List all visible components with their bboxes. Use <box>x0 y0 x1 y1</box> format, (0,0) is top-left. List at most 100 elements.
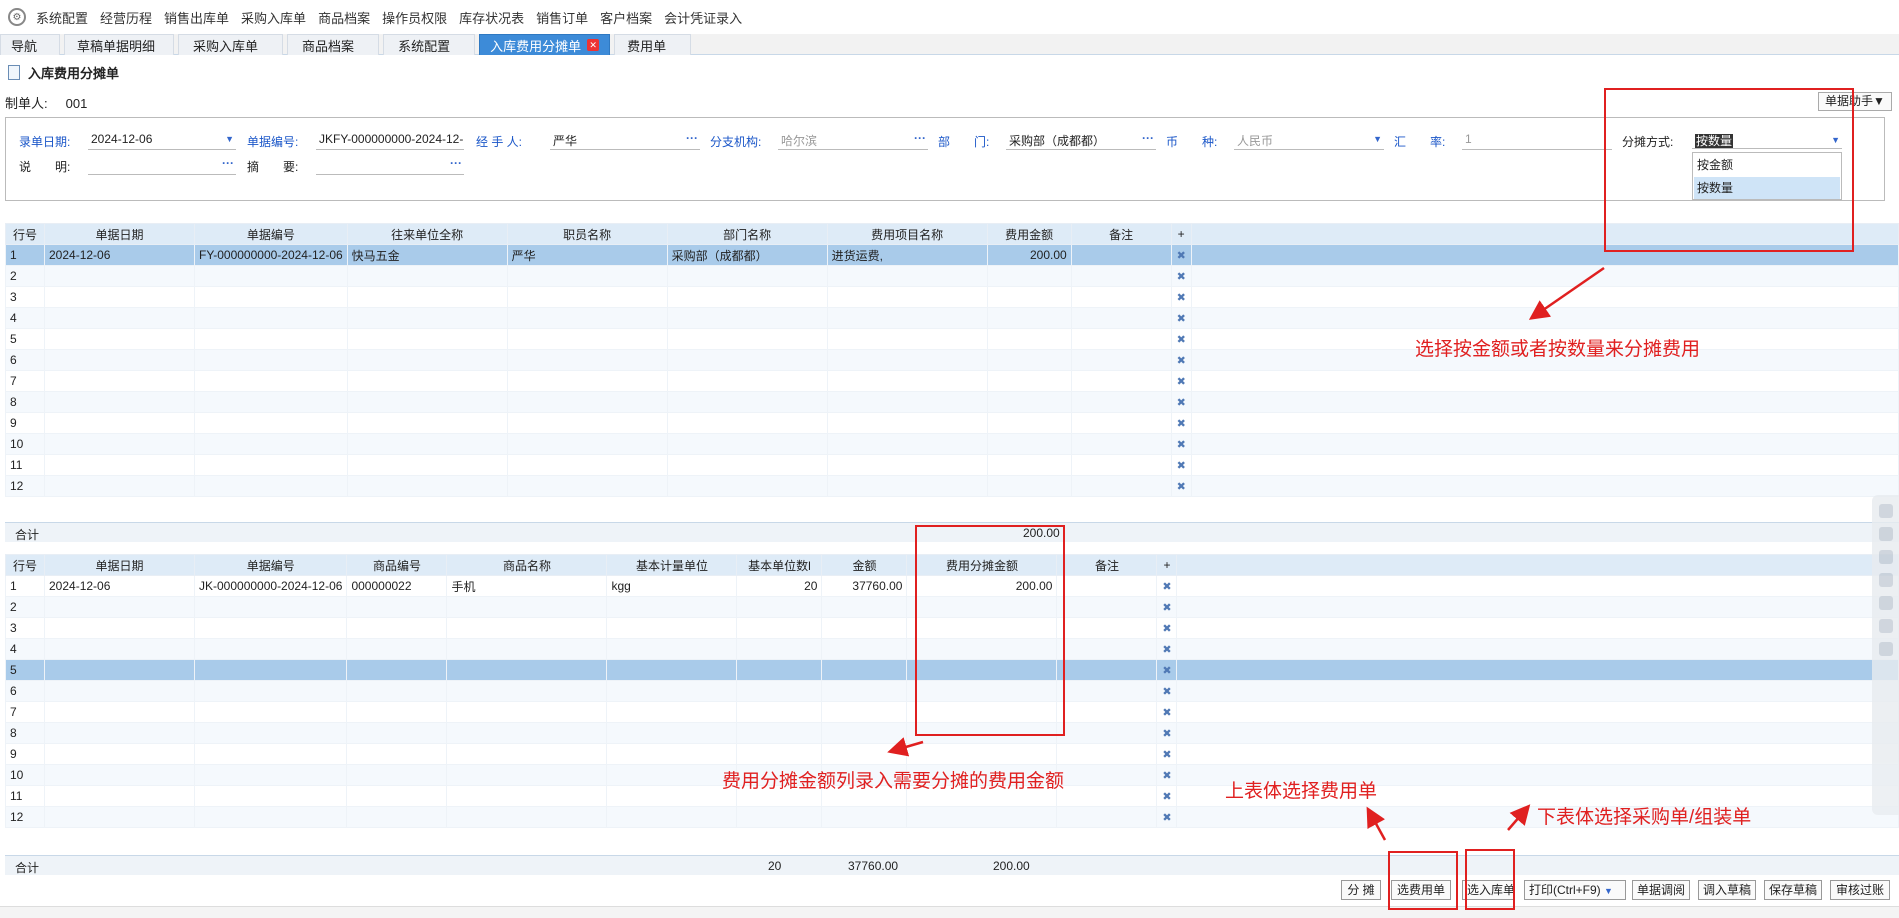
table-cell[interactable] <box>193 701 348 723</box>
table-cell[interactable] <box>826 349 988 371</box>
menu-item-stock[interactable]: 库存状况表 <box>453 8 530 27</box>
table-cell[interactable] <box>666 454 828 476</box>
column-header[interactable]: 商品编号 <box>346 554 448 576</box>
table-cell[interactable] <box>986 265 1072 287</box>
table-cell[interactable] <box>194 307 348 329</box>
table-cell[interactable] <box>826 286 988 308</box>
table-cell[interactable]: 7 <box>5 701 45 723</box>
table-cell[interactable] <box>826 307 988 329</box>
table-cell[interactable] <box>666 349 828 371</box>
table-cell[interactable] <box>986 475 1072 497</box>
table-cell[interactable] <box>193 785 348 807</box>
close-icon[interactable]: ✕ <box>587 39 600 51</box>
handler-field[interactable]: 严华 ··· <box>550 130 700 150</box>
delete-row-icon[interactable]: ✖ <box>1170 391 1192 413</box>
table-cell[interactable] <box>666 433 828 455</box>
table-cell[interactable] <box>736 743 823 765</box>
table-cell[interactable]: 7 <box>5 370 45 392</box>
table-cell[interactable] <box>446 785 608 807</box>
table-cell[interactable] <box>346 454 508 476</box>
dropdown-arrow-icon[interactable]: ▼ <box>225 134 234 144</box>
table-cell[interactable] <box>986 412 1072 434</box>
delete-row-icon[interactable]: ✖ <box>1156 743 1178 765</box>
delete-row-icon[interactable]: ✖ <box>1156 575 1178 597</box>
table-cell[interactable] <box>346 412 508 434</box>
table-cell[interactable] <box>44 265 195 287</box>
dept-field[interactable]: 采购部（成都都） ··· <box>1006 130 1156 150</box>
table-cell[interactable]: 1 <box>5 244 45 266</box>
table-cell[interactable]: 4 <box>5 307 45 329</box>
table-cell[interactable] <box>736 806 823 828</box>
table-cell[interactable] <box>1056 659 1158 681</box>
table-cell[interactable] <box>44 433 195 455</box>
table-cell[interactable] <box>193 722 348 744</box>
table-cell[interactable] <box>1070 391 1172 413</box>
table-cell[interactable] <box>446 743 608 765</box>
table-cell[interactable] <box>1056 764 1158 786</box>
table-cell[interactable] <box>1056 785 1158 807</box>
table-cell[interactable] <box>44 349 195 371</box>
table-row[interactable]: 3 ✖ <box>5 286 1899 308</box>
table-cell[interactable]: 6 <box>5 349 45 371</box>
table-cell[interactable] <box>346 617 448 639</box>
table-cell[interactable] <box>346 328 508 350</box>
table-cell[interactable] <box>736 617 823 639</box>
table-cell[interactable] <box>506 349 668 371</box>
dropdown-arrow-icon[interactable]: ▼ <box>1604 886 1613 896</box>
table-cell[interactable] <box>44 475 195 497</box>
menu-item-sales-order[interactable]: 销售订单 <box>530 8 594 27</box>
table-cell[interactable] <box>1056 743 1158 765</box>
table-cell[interactable] <box>1056 617 1158 639</box>
column-header[interactable]: 金额 <box>821 554 908 576</box>
table-cell[interactable]: 12 <box>5 806 45 828</box>
table-cell[interactable] <box>44 391 195 413</box>
table-cell[interactable] <box>346 307 508 329</box>
menu-item-purchase-in[interactable]: 采购入库单 <box>235 8 312 27</box>
table-cell[interactable] <box>44 701 195 723</box>
table-cell[interactable]: 11 <box>5 785 45 807</box>
column-header[interactable]: 费用金额 <box>986 223 1072 245</box>
table-cell[interactable] <box>346 265 508 287</box>
table-cell[interactable] <box>1056 701 1158 723</box>
table-cell[interactable]: 进货运费, <box>826 244 988 266</box>
tab-expense[interactable]: 费用单 <box>614 34 692 55</box>
table-cell[interactable] <box>44 286 195 308</box>
table-cell[interactable] <box>193 638 348 660</box>
table-cell[interactable] <box>666 412 828 434</box>
column-header[interactable]: 职员名称 <box>506 223 668 245</box>
table-cell[interactable] <box>446 680 608 702</box>
table-cell[interactable] <box>906 806 1058 828</box>
table-cell[interactable]: 手机 <box>446 575 608 597</box>
approve-post-button[interactable]: 审核过账 <box>1830 880 1890 900</box>
table-row[interactable]: 12 ✖ <box>5 475 1899 497</box>
table-row[interactable]: 4 ✖ <box>5 307 1899 329</box>
table-cell[interactable] <box>826 412 988 434</box>
record-icon[interactable] <box>1878 596 1893 610</box>
table-cell[interactable] <box>193 617 348 639</box>
table-cell[interactable] <box>666 370 828 392</box>
table-cell[interactable] <box>346 701 448 723</box>
table-row[interactable]: 2 ✖ <box>5 265 1899 287</box>
table-cell[interactable] <box>346 638 448 660</box>
tab-expense-allocation[interactable]: 入库费用分摊单 ✕ <box>479 34 611 55</box>
ellipsis-icon[interactable]: ··· <box>1142 131 1154 145</box>
note-field[interactable]: ··· <box>88 155 236 175</box>
table-cell[interactable] <box>346 349 508 371</box>
table-row[interactable]: 11 ✖ <box>5 454 1899 476</box>
table-cell[interactable]: 5 <box>5 659 45 681</box>
table-cell[interactable] <box>821 680 908 702</box>
search-icon[interactable] <box>1878 619 1893 633</box>
table-cell[interactable]: kgg <box>606 575 738 597</box>
table-cell[interactable] <box>446 722 608 744</box>
table-cell[interactable] <box>346 391 508 413</box>
table-cell[interactable] <box>821 638 908 660</box>
table-cell[interactable] <box>826 475 988 497</box>
column-header[interactable]: 部门名称 <box>666 223 828 245</box>
table-cell[interactable] <box>193 806 348 828</box>
delete-row-icon[interactable]: ✖ <box>1170 307 1192 329</box>
table-cell[interactable]: 采购部（成都都） <box>666 244 828 266</box>
table-cell[interactable] <box>821 617 908 639</box>
table-cell[interactable] <box>826 370 988 392</box>
table-cell[interactable] <box>736 596 823 618</box>
table-cell[interactable] <box>446 617 608 639</box>
